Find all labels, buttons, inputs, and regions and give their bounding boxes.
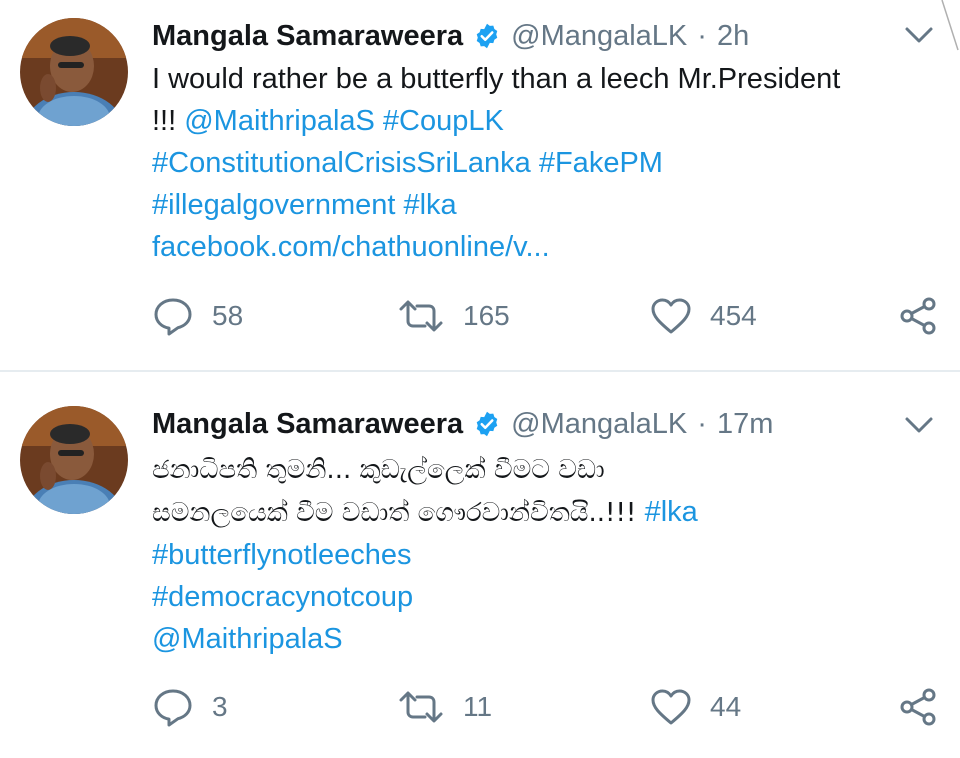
reply-button[interactable]: 3 [152, 685, 228, 729]
like-button[interactable]: 454 [650, 294, 757, 338]
share-icon [900, 688, 936, 726]
verified-badge-icon [473, 410, 501, 438]
tweet[interactable]: Mangala Samaraweera @MangalaLK · 17m ජනා… [0, 372, 960, 758]
tweet-link[interactable]: #butterflynotleeches [152, 539, 412, 571]
reply-count: 58 [212, 300, 244, 331]
tweet-text-line: #illegalgovernment #lka [152, 184, 942, 226]
author-handle[interactable]: @MangalaLK [511, 20, 687, 53]
tweet[interactable]: Mangala Samaraweera @MangalaLK · 2h I wo… [0, 0, 960, 371]
share-button[interactable] [898, 294, 956, 338]
retweet-button[interactable]: 165 [397, 294, 510, 338]
tweet-link[interactable]: #ConstitutionalCrisisSriLanka #FakePM [152, 147, 663, 179]
tweet-text-line: #democracynotcoup [152, 576, 942, 618]
tweet-text-line: @MaithripalaS [152, 618, 942, 660]
avatar[interactable] [20, 18, 128, 126]
reply-icon [154, 298, 192, 336]
tweet-text-line: facebook.com/chathuonline/v... [152, 226, 942, 268]
author-name[interactable]: Mangala Samaraweera [152, 20, 463, 53]
verified-badge-icon [473, 22, 501, 50]
tweet-header: Mangala Samaraweera @MangalaLK · 2h [152, 16, 749, 56]
tweet-link[interactable]: #illegalgovernment #lka [152, 189, 457, 221]
tweet-text-segment: !!! [152, 105, 185, 137]
header-separator: · [697, 407, 707, 440]
reply-button[interactable]: 58 [152, 294, 243, 338]
tweet-link[interactable]: @MaithripalaS #CoupLK [184, 105, 504, 137]
chevron-down-icon[interactable] [904, 24, 934, 46]
tweet-actions: 58 165 454 [152, 294, 942, 338]
header-separator: · [697, 19, 707, 52]
retweet-count: 165 [463, 300, 510, 331]
heart-icon [651, 298, 691, 334]
tweet-text: I would rather be a butterfly than a lee… [152, 58, 942, 268]
tweet-text-line: #ConstitutionalCrisisSriLanka #FakePM [152, 142, 942, 184]
heart-icon [651, 689, 691, 725]
tweet-header: Mangala Samaraweera @MangalaLK · 17m [152, 404, 773, 444]
tweet-text-segment: සමනලයෙක් වීම වඩාත් ගෞරවාන්විතයි..!!! [152, 498, 645, 528]
share-icon [900, 297, 936, 335]
author-name[interactable]: Mangala Samaraweera [152, 408, 463, 441]
tweet-text-line: !!! @MaithripalaS #CoupLK [152, 100, 942, 142]
share-button[interactable] [898, 685, 956, 729]
avatar[interactable] [20, 406, 128, 514]
tweet-text: ජනාධිපති තුමනි... කුඩැල්ලෙක් වීමට වඩා සමන… [152, 448, 942, 660]
reply-count: 3 [212, 691, 228, 722]
like-count: 44 [710, 691, 742, 722]
tweet-text-line: I would rather be a butterfly than a lee… [152, 58, 942, 100]
chevron-down-icon[interactable] [904, 414, 934, 436]
like-count: 454 [710, 300, 757, 331]
tweet-link[interactable]: facebook.com/chathuonline/v... [152, 231, 550, 263]
tweet-link[interactable]: @MaithripalaS [152, 623, 343, 655]
author-handle[interactable]: @MangalaLK [511, 408, 687, 441]
tweet-text-segment: ජනාධිපති තුමනි... කුඩැල්ලෙක් වීමට වඩා [152, 455, 605, 485]
retweet-icon [399, 691, 443, 723]
tweet-timestamp[interactable]: 2h [717, 20, 749, 53]
reply-icon [154, 689, 192, 727]
tweet-timestamp[interactable]: 17m [717, 408, 773, 441]
tweet-text-line: ජනාධිපති තුමනි... කුඩැල්ලෙක් වීමට වඩා [152, 448, 942, 491]
retweet-button[interactable]: 11 [397, 685, 492, 729]
tweet-actions: 3 11 44 [152, 685, 942, 729]
tweet-text-segment: I would rather be a butterfly than a lee… [152, 63, 841, 95]
like-button[interactable]: 44 [650, 685, 741, 729]
tweet-text-line: #butterflynotleeches [152, 534, 942, 576]
retweet-icon [399, 300, 443, 332]
timeline: Mangala Samaraweera @MangalaLK · 2h I wo… [0, 0, 960, 758]
retweet-count: 11 [463, 691, 493, 722]
tweet-link[interactable]: #democracynotcoup [152, 581, 413, 613]
tweet-text-line: සමනලයෙක් වීම වඩාත් ගෞරවාන්විතයි..!!! #lk… [152, 491, 942, 534]
tweet-link[interactable]: #lka [645, 496, 698, 528]
